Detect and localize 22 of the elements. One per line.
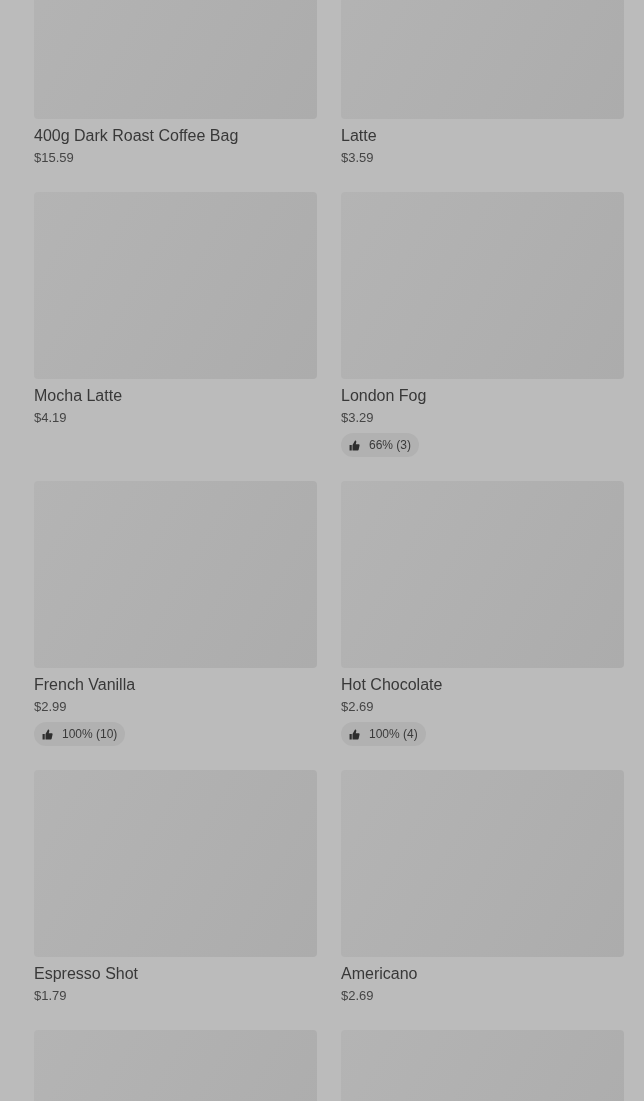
item-name: Latte <box>341 126 378 146</box>
item-price: $3.59 <box>341 149 375 167</box>
item-price: $3.29 <box>341 409 375 427</box>
thumbs-up-icon <box>349 439 360 451</box>
item-name: Mocha Latte <box>34 386 124 406</box>
item-price: $2.69 <box>341 698 375 716</box>
rating-text: 100% (10) <box>62 726 118 743</box>
item-price: $1.79 <box>34 987 68 1005</box>
item-name: French Vanilla <box>34 675 137 695</box>
item-name: 400g Dark Roast Coffee Bag <box>34 126 240 146</box>
item-price: $15.59 <box>34 149 75 167</box>
item-name: Hot Chocolate <box>341 675 444 695</box>
rating-text: 100% (4) <box>369 726 418 743</box>
rating-text: 66% (3) <box>369 437 412 454</box>
item-name: Americano <box>341 964 419 984</box>
item-name: Espresso Shot <box>34 964 140 984</box>
item-name: London Fog <box>341 386 428 406</box>
item-price: $4.19 <box>34 409 68 427</box>
item-price: $2.99 <box>34 698 68 716</box>
item-price: $2.69 <box>341 987 375 1005</box>
thumbs-up-icon <box>349 728 360 740</box>
thumbs-up-icon <box>42 728 53 740</box>
